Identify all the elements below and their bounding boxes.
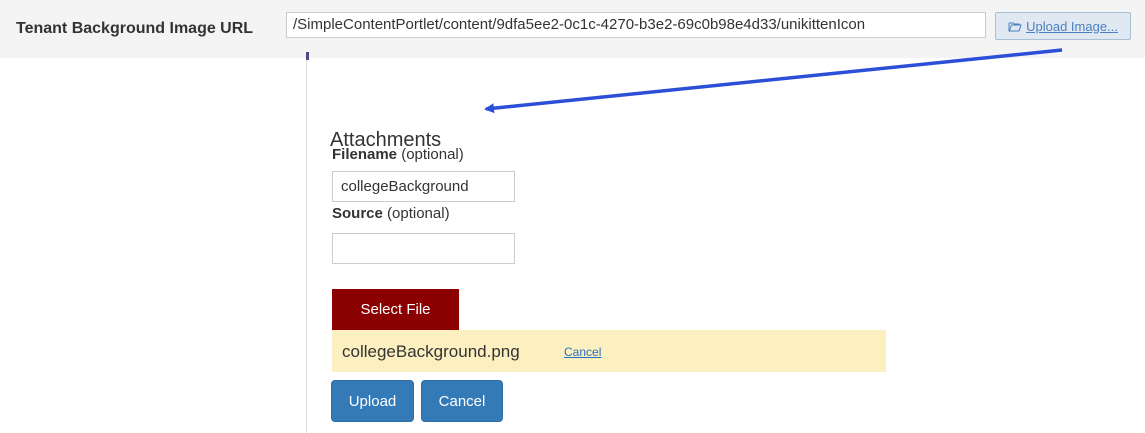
upload-image-label: Upload Image... <box>1026 18 1118 34</box>
tenant-background-url-input[interactable]: /SimpleContentPortlet/content/9dfa5ee2-0… <box>286 12 986 38</box>
select-file-button[interactable]: Select File <box>332 289 459 330</box>
source-input[interactable] <box>332 233 515 264</box>
upload-image-button[interactable]: Upload Image... <box>995 12 1131 40</box>
upload-button[interactable]: Upload <box>331 380 414 422</box>
source-label: Source (optional) <box>332 205 450 222</box>
tenant-background-url-label: Tenant Background Image URL <box>16 20 254 37</box>
panel-corner-mark <box>306 52 309 60</box>
selected-file-cancel-link[interactable]: Cancel <box>564 345 601 359</box>
filename-label: Filename (optional) <box>332 146 464 163</box>
filename-label-text: Filename <box>332 146 398 163</box>
source-optional-text: (optional) <box>387 205 450 222</box>
folder-open-icon <box>1008 21 1022 32</box>
selected-file-name: collegeBackground.png <box>342 342 520 361</box>
source-label-text: Source <box>332 205 383 222</box>
filename-input[interactable]: collegeBackground <box>332 171 515 202</box>
page: Tenant Background Image URL /SimpleConte… <box>0 0 1145 433</box>
tenant-url-row: Tenant Background Image URL /SimpleConte… <box>0 0 1145 58</box>
selected-file-row: collegeBackground.png Cancel <box>332 330 886 372</box>
cancel-button[interactable]: Cancel <box>421 380 503 422</box>
filename-optional-text: (optional) <box>401 146 464 163</box>
